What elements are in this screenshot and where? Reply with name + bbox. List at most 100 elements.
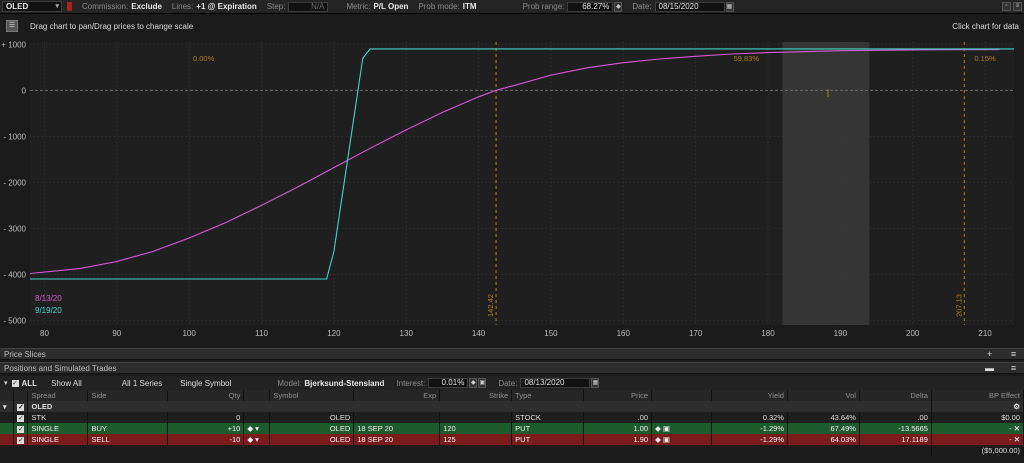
chart-hint: Drag chart to pan/Drag prices to change … bbox=[30, 21, 194, 31]
positions-filter-bar: ▾ ✓ ALL Show All All 1 Series Single Sym… bbox=[0, 376, 1024, 390]
col-exp[interactable]: Exp bbox=[353, 390, 441, 401]
y-tick-label: - 5000 bbox=[3, 316, 26, 325]
col-bp-effect[interactable]: BP Effect bbox=[931, 390, 1024, 401]
add-icon[interactable]: + bbox=[985, 350, 994, 359]
group-row-oled[interactable]: ▾ ✓ OLED ⚙ bbox=[0, 401, 1024, 412]
select-all-checkbox[interactable]: ✓ bbox=[11, 379, 19, 387]
risk-profile-chart[interactable]: + 1000 0 - 1000 - 2000 - 3000 - 4000 - 5000 80… bbox=[0, 37, 1024, 342]
y-tick-label: - 4000 bbox=[3, 270, 26, 279]
x-tick-label: 90 bbox=[112, 329, 121, 338]
x-tick-label: 170 bbox=[689, 329, 703, 338]
col-vol[interactable]: Vol bbox=[787, 390, 860, 401]
price-stepper[interactable]: ◆ ▣ bbox=[655, 424, 670, 433]
col-delta[interactable]: Delta bbox=[859, 390, 932, 401]
close-icon[interactable]: ✕ bbox=[1014, 424, 1020, 433]
menu-icon[interactable]: ≡ bbox=[1009, 364, 1018, 373]
x-tick-label: 110 bbox=[255, 329, 268, 338]
commission-select[interactable]: Exclude bbox=[131, 2, 162, 11]
col-type[interactable]: Type bbox=[511, 390, 585, 401]
legend-entry: 9/19/20 bbox=[35, 306, 62, 315]
y-tick-label: + 1000 bbox=[1, 40, 26, 49]
col-symbol[interactable]: Symbol bbox=[269, 390, 355, 401]
x-tick-label: 150 bbox=[544, 329, 558, 338]
col-qty[interactable]: Qty bbox=[167, 390, 245, 401]
interest-stepper[interactable]: ◆ bbox=[469, 378, 478, 388]
col-spread[interactable]: Spread bbox=[27, 390, 89, 401]
y-tick-label: - 1000 bbox=[3, 132, 26, 141]
col-price[interactable]: Price bbox=[583, 390, 653, 401]
chevron-down-icon[interactable]: ▾ bbox=[4, 379, 8, 387]
table-row[interactable]: ✓ SINGLE SELL -10 ◆ ▾ OLED 18 SEP 20 125… bbox=[0, 434, 1024, 445]
model-select[interactable]: Bjerksund-Stensland bbox=[304, 379, 384, 388]
row-checkbox[interactable]: ✓ bbox=[17, 415, 25, 422]
chart-header: ☰ Drag chart to pan/Drag prices to chang… bbox=[0, 15, 1024, 37]
prob-mode-label: Prob mode: bbox=[418, 2, 460, 11]
chart-settings-icon[interactable]: ☰ bbox=[6, 20, 18, 32]
x-tick-label: 160 bbox=[617, 329, 631, 338]
interest-label: Interest: bbox=[396, 378, 426, 388]
x-tick-label: 200 bbox=[906, 329, 920, 338]
price-stepper[interactable]: ◆ ▣ bbox=[655, 435, 670, 444]
table-header-row: Spread Side Qty Symbol Exp Strike Type P… bbox=[0, 390, 1024, 401]
probability-label: 0.15% bbox=[974, 54, 996, 63]
totals-row: ($5,000.00) bbox=[0, 445, 1024, 456]
chevron-down-icon[interactable]: ▾ bbox=[3, 404, 7, 411]
prob-range-label: Prob range: bbox=[522, 2, 565, 11]
price-marker-label: 142.42 bbox=[486, 294, 495, 317]
positions-panel[interactable]: Positions and Simulated Trades ▬ ≡ bbox=[0, 362, 1024, 374]
price-slices-panel[interactable]: Price Slices + ≡ bbox=[0, 348, 1024, 360]
prob-range-stepper[interactable]: ◆ bbox=[614, 1, 623, 12]
row-checkbox[interactable]: ✓ bbox=[17, 426, 25, 433]
symbol-selector[interactable]: OLED ▾ bbox=[2, 1, 62, 12]
group-label: OLED bbox=[27, 401, 932, 412]
y-tick-label: - 2000 bbox=[3, 178, 26, 187]
x-tick-label: 190 bbox=[834, 329, 848, 338]
step-input[interactable]: N/A bbox=[288, 1, 329, 12]
calendar-icon[interactable]: ▦ bbox=[591, 378, 600, 388]
calendar-icon[interactable]: ▦ bbox=[725, 1, 734, 12]
restore-icon[interactable]: ▫ bbox=[1002, 2, 1011, 11]
col-yield[interactable]: Yield bbox=[711, 390, 788, 401]
col-strike[interactable]: Strike bbox=[439, 390, 513, 401]
show-filter-select[interactable]: Show All bbox=[51, 379, 82, 388]
menu-icon[interactable]: ≡ bbox=[1013, 2, 1022, 11]
date-label: Date: bbox=[498, 378, 518, 388]
symbol-mode-select[interactable]: Single Symbol bbox=[180, 379, 231, 388]
chevron-down-icon: ▾ bbox=[55, 3, 59, 10]
total-bp-effect: ($5,000.00) bbox=[931, 445, 1024, 456]
qty-stepper[interactable]: ◆ ▾ bbox=[247, 424, 259, 433]
x-tick-label: 130 bbox=[400, 329, 414, 338]
group-checkbox[interactable]: ✓ bbox=[17, 404, 25, 411]
step-label: Step: bbox=[266, 2, 286, 11]
x-tick-label: 120 bbox=[327, 329, 341, 338]
close-icon[interactable]: ✕ bbox=[1014, 435, 1020, 444]
prob-mode-select[interactable]: ITM bbox=[463, 2, 477, 11]
series-filter-select[interactable]: All 1 Series bbox=[122, 379, 162, 388]
prob-range-input[interactable]: 68.27% bbox=[567, 1, 614, 12]
lock-icon[interactable]: ▣ bbox=[478, 378, 487, 388]
collapse-icon[interactable]: ▬ bbox=[985, 364, 994, 373]
date-input[interactable]: 08/15/2020 bbox=[654, 1, 725, 12]
menu-icon[interactable]: ≡ bbox=[1009, 350, 1018, 359]
lines-select[interactable]: +1 @ Expiration bbox=[196, 2, 256, 11]
col-side[interactable]: Side bbox=[87, 390, 169, 401]
all-label: ALL bbox=[21, 378, 38, 388]
alert-icon[interactable] bbox=[67, 2, 72, 11]
gear-icon[interactable]: ⚙ bbox=[1013, 402, 1020, 411]
qty-stepper[interactable]: ◆ ▾ bbox=[247, 435, 259, 444]
x-tick-label: 100 bbox=[182, 329, 196, 338]
interest-input[interactable]: 0.01% bbox=[428, 378, 469, 388]
positions-date-input[interactable]: 08/13/2020 bbox=[520, 378, 591, 388]
table-row[interactable]: ✓ STK 0 OLED STOCK .00 0.32% 43.64% .00 … bbox=[0, 412, 1024, 423]
legend-entry: 8/13/20 bbox=[35, 294, 62, 303]
metric-select[interactable]: P/L Open bbox=[373, 2, 408, 11]
x-tick-label: 140 bbox=[472, 329, 486, 338]
probability-label: 0.00% bbox=[193, 54, 215, 63]
table-row[interactable]: ✓ SINGLE BUY +10 ◆ ▾ OLED 18 SEP 20 120 … bbox=[0, 423, 1024, 434]
metric-label: Metric: bbox=[346, 2, 371, 11]
y-tick-label: 0 bbox=[22, 86, 27, 95]
x-tick-label: 80 bbox=[40, 329, 49, 338]
price-marker-label: 207.13 bbox=[954, 294, 963, 317]
row-checkbox[interactable]: ✓ bbox=[17, 437, 25, 444]
probability-range-shade bbox=[782, 42, 870, 325]
